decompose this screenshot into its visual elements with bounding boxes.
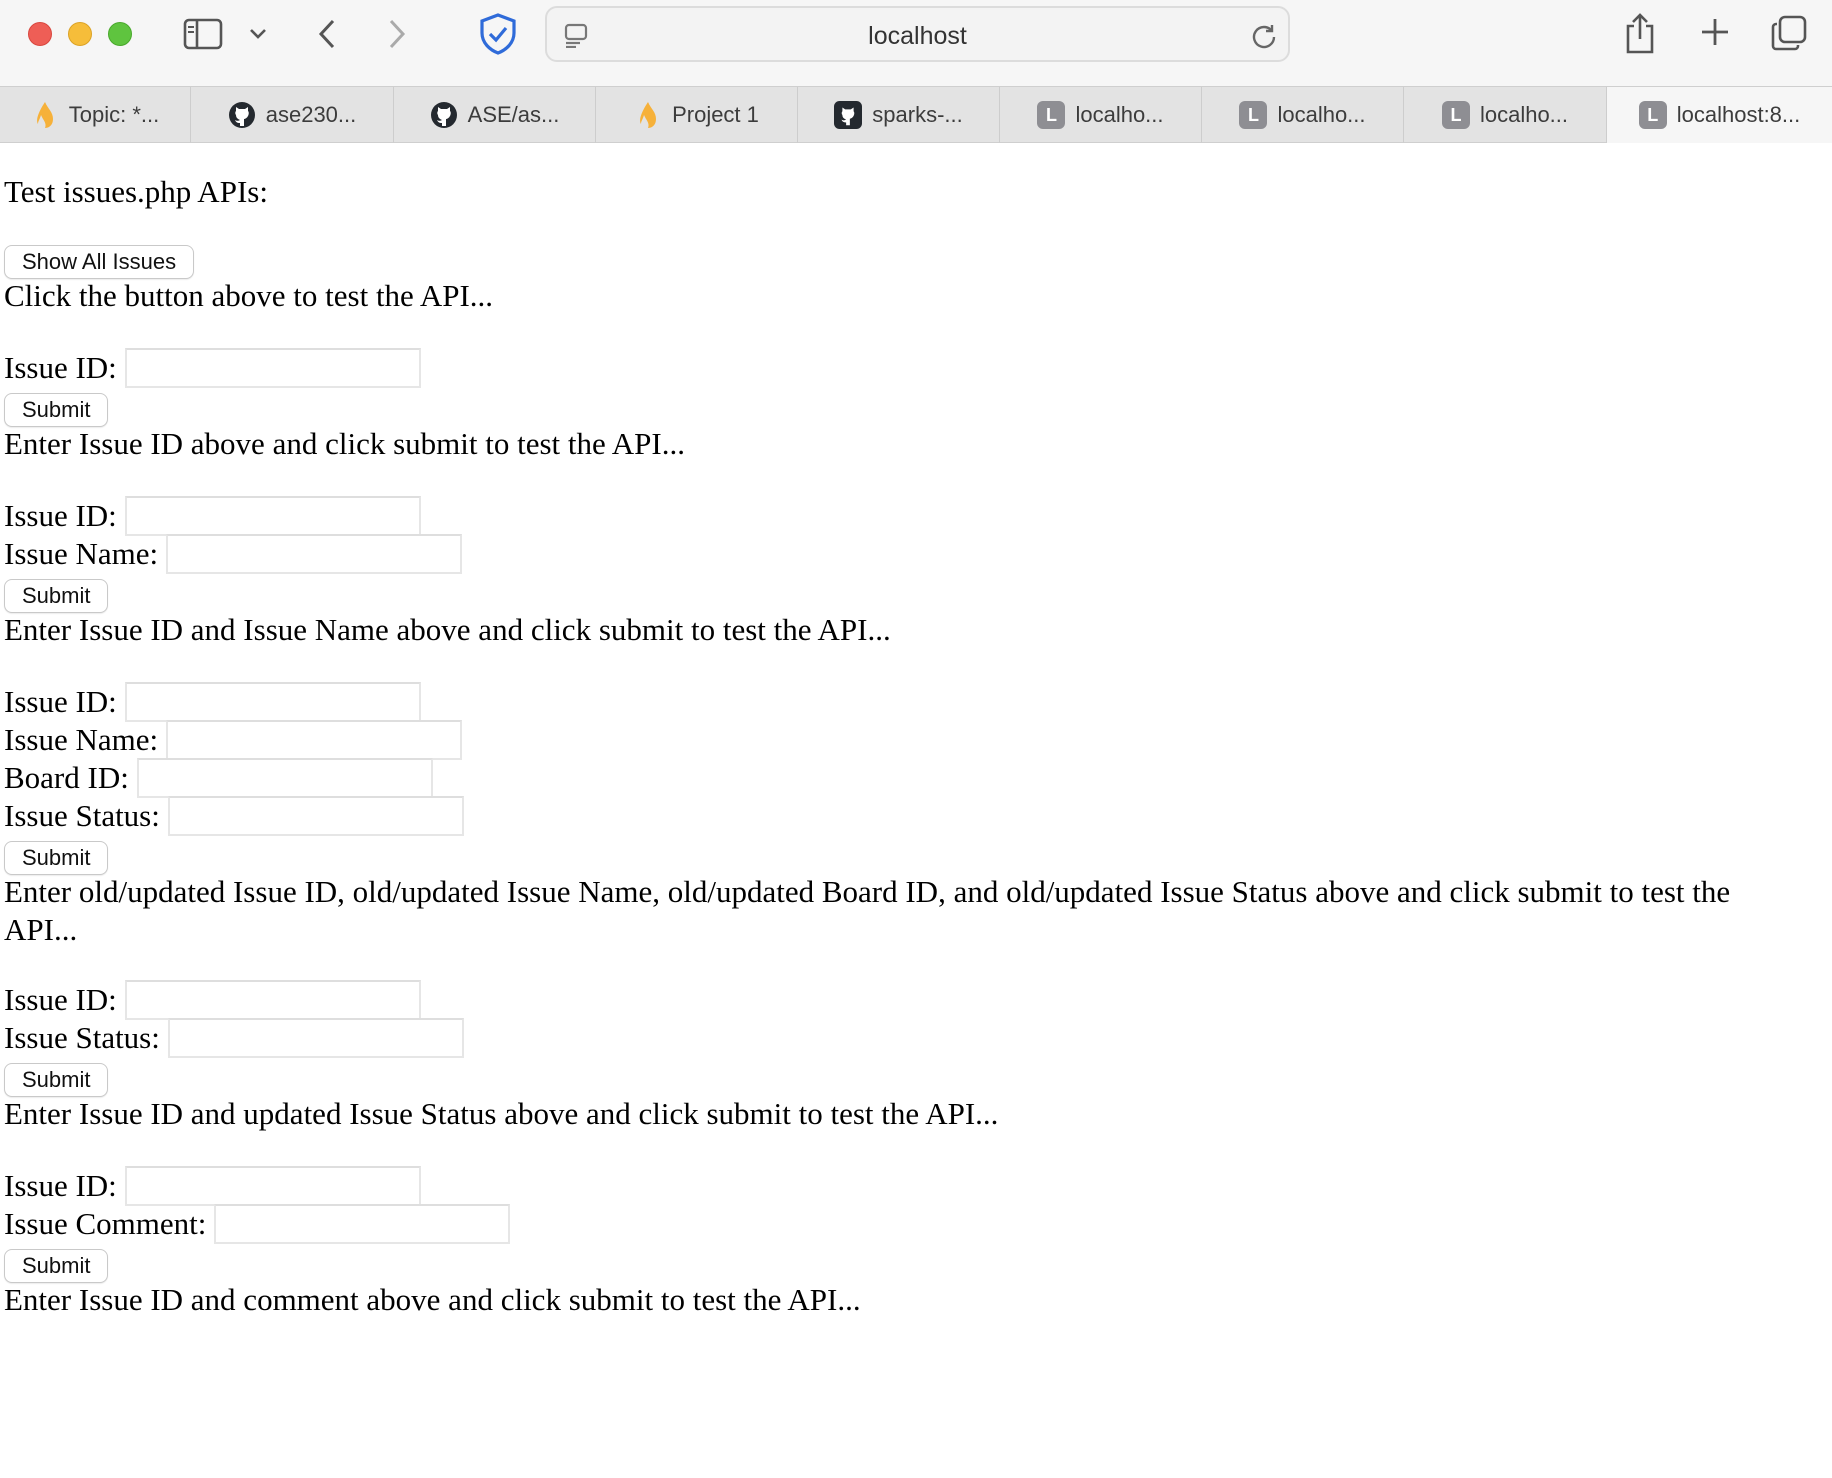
issue-id-label: Issue ID:: [4, 1168, 117, 1203]
update-issue-message: Enter old/updated Issue ID, old/updated …: [4, 874, 1731, 947]
issue-id-label: Issue ID:: [4, 684, 117, 719]
tab-overview-icon[interactable]: [1770, 14, 1808, 52]
tab-label: Project 1: [672, 102, 759, 127]
update-status-submit-button[interactable]: Submit: [4, 1063, 109, 1097]
page-heading: Test issues.php APIs:: [4, 174, 268, 209]
status-issue-id-input[interactable]: [124, 980, 421, 1020]
flame-icon: [634, 101, 662, 129]
tab-ase230[interactable]: ase230...: [191, 87, 394, 143]
issue-comment-label: Issue Comment:: [4, 1206, 207, 1241]
forward-arrow-icon[interactable]: [382, 16, 412, 52]
tab-label: sparks-...: [872, 102, 963, 127]
status-issue-id-row: Issue ID:: [4, 980, 421, 1020]
update-board-id-input[interactable]: [136, 758, 433, 798]
letter-l-icon: L: [1239, 101, 1268, 129]
comment-issue-comment-input[interactable]: [214, 1204, 511, 1244]
update-issue-id-row: Issue ID:: [4, 682, 421, 722]
window-close-button[interactable]: [28, 22, 52, 46]
tab-topic[interactable]: Topic: *...: [0, 87, 191, 143]
update-issue-id-input[interactable]: [124, 682, 421, 722]
get-issue-id-input[interactable]: [124, 348, 421, 388]
tab-label: localho...: [1075, 102, 1164, 127]
issue-id-label: Issue ID:: [4, 982, 117, 1017]
share-icon[interactable]: [1622, 10, 1658, 56]
comment-issue-comment-row: Issue Comment:: [4, 1204, 511, 1244]
create-issue-message: Enter Issue ID and Issue Name above and …: [4, 612, 891, 647]
letter-l-icon: L: [1638, 101, 1667, 129]
update-issue-status-row: Issue Status:: [4, 796, 464, 836]
tab-project-1[interactable]: Project 1: [596, 87, 798, 143]
add-comment-submit-button[interactable]: Submit: [4, 1249, 109, 1283]
get-issue-submit-button[interactable]: Submit: [4, 393, 109, 427]
tab-localhost-2[interactable]: L localho...: [1202, 87, 1404, 143]
create-issue-name-row: Issue Name:: [4, 534, 463, 574]
issue-name-label: Issue Name:: [4, 536, 159, 571]
window-minimize-button[interactable]: [68, 22, 92, 46]
issue-name-label: Issue Name:: [4, 722, 159, 757]
create-issue-id-row: Issue ID:: [4, 496, 421, 536]
tab-label: localho...: [1479, 102, 1569, 127]
update-issue-submit-button[interactable]: Submit: [4, 841, 109, 875]
browser-toolbar: localhost: [0, 0, 1832, 86]
url-text[interactable]: localhost: [547, 8, 1288, 64]
window-zoom-button[interactable]: [108, 22, 132, 46]
github-icon: [430, 101, 458, 129]
update-issue-status-input[interactable]: [167, 796, 464, 836]
add-comment-message: Enter Issue ID and comment above and cli…: [4, 1282, 861, 1317]
tab-localhost-active[interactable]: L localhost:8...: [1607, 87, 1832, 143]
comment-issue-id-row: Issue ID:: [4, 1166, 421, 1206]
comment-issue-id-input[interactable]: [124, 1166, 421, 1206]
tab-localhost-1[interactable]: L localho...: [1000, 87, 1202, 143]
tab-label: Topic: *...: [68, 102, 160, 127]
board-id-label: Board ID:: [4, 760, 129, 795]
issue-id-label: Issue ID:: [4, 350, 117, 385]
status-issue-status-input[interactable]: [167, 1018, 464, 1058]
tab-label: localhost:8...: [1676, 102, 1801, 127]
tab-bar: Topic: *... ase230... ASE/as... Project …: [0, 86, 1832, 143]
get-issue-message: Enter Issue ID above and click submit to…: [4, 426, 686, 461]
shield-icon[interactable]: [478, 12, 518, 56]
address-bar[interactable]: localhost: [545, 6, 1290, 62]
letter-l-icon: L: [1037, 101, 1066, 129]
create-issue-name-input[interactable]: [166, 534, 463, 574]
issue-status-label: Issue Status:: [4, 798, 160, 833]
update-issue-name-input[interactable]: [166, 720, 463, 760]
update-board-id-row: Board ID:: [4, 758, 433, 798]
reload-icon[interactable]: [1249, 21, 1279, 51]
show-all-issues-button[interactable]: Show All Issues: [4, 245, 195, 279]
status-issue-status-row: Issue Status:: [4, 1018, 464, 1058]
letter-l-icon: L: [1441, 101, 1470, 129]
tab-label: ASE/as...: [467, 102, 560, 127]
tab-label: ase230...: [265, 102, 357, 127]
github-icon: [834, 101, 863, 129]
update-issue-name-row: Issue Name:: [4, 720, 463, 760]
update-status-message: Enter Issue ID and updated Issue Status …: [4, 1096, 999, 1131]
back-arrow-icon[interactable]: [312, 16, 342, 52]
tab-sparks[interactable]: sparks-...: [798, 87, 1000, 143]
show-all-issues-message: Click the button above to test the API..…: [4, 278, 494, 313]
flame-icon: [31, 101, 59, 129]
github-icon: [228, 101, 256, 129]
chevron-down-icon[interactable]: [246, 20, 270, 48]
new-tab-icon[interactable]: [1697, 14, 1733, 50]
tab-localhost-3[interactable]: L localho...: [1404, 87, 1607, 143]
tab-label: localho...: [1277, 102, 1366, 127]
issue-id-label: Issue ID:: [4, 498, 117, 533]
create-issue-submit-button[interactable]: Submit: [4, 579, 109, 613]
sidebar-toggle-icon[interactable]: [182, 16, 224, 52]
get-issue-id-row: Issue ID:: [4, 348, 421, 388]
issue-status-label: Issue Status:: [4, 1020, 160, 1055]
create-issue-id-input[interactable]: [124, 496, 421, 536]
tab-ase-as[interactable]: ASE/as...: [394, 87, 596, 143]
